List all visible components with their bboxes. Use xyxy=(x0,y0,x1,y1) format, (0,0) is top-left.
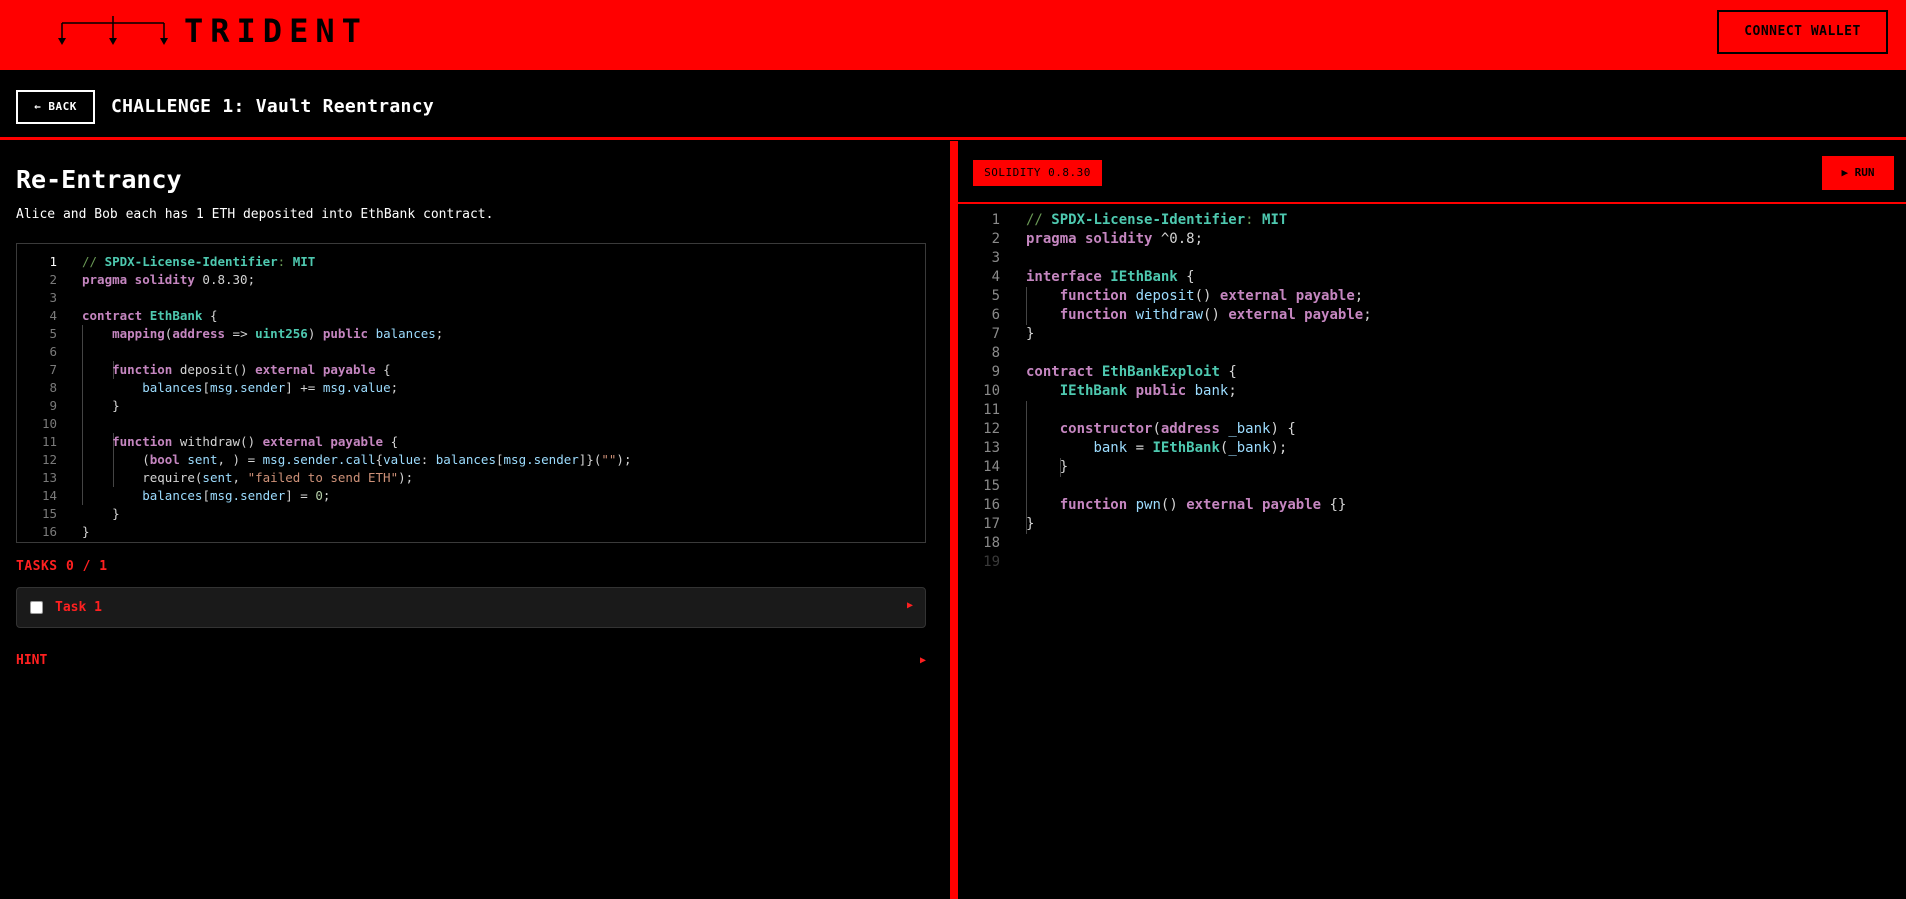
code-line[interactable]: 12 constructor(address _bank) { xyxy=(958,420,1906,439)
hint-toggle[interactable]: HINT ▶ xyxy=(16,653,926,673)
code-line[interactable]: 18 xyxy=(958,534,1906,553)
line-number: 7 xyxy=(49,362,57,377)
code-line: 14 balances[msg.sender] = 0; xyxy=(17,487,925,505)
code-line[interactable]: 16 function pwn() external payable {} xyxy=(958,496,1906,515)
code-line[interactable]: 2 pragma solidity ^0.8; xyxy=(958,230,1906,249)
brand-name: TRIDENT xyxy=(184,12,368,50)
code-line: 11 function withdraw() external payable … xyxy=(17,433,925,451)
play-triangle-icon[interactable]: ▶ xyxy=(920,655,926,666)
code-editor[interactable]: 1// SPDX-License-Identifier: MIT 2 pragma… xyxy=(958,211,1906,891)
challenge-title: CHALLENGE 1: Vault Reentrancy xyxy=(111,96,434,117)
line-number: 5 xyxy=(991,288,1000,304)
line-number: 14 xyxy=(41,488,57,503)
code-line: 10 xyxy=(17,415,925,433)
line-number: 9 xyxy=(991,364,1000,380)
line-number: 4 xyxy=(49,308,57,323)
code-line: 9 } xyxy=(17,397,925,415)
code-line[interactable]: 4 interface IEthBank { xyxy=(958,268,1906,287)
line-number: 18 xyxy=(983,535,1000,551)
target-contract-code: 1// SPDX-License-Identifier: MIT 2 pragma… xyxy=(16,243,926,543)
panel-divider[interactable] xyxy=(950,141,958,899)
challenge-description: Alice and Bob each has 1 ETH deposited i… xyxy=(16,207,494,222)
task-label: Task 1 xyxy=(55,600,102,615)
line-number: 1 xyxy=(49,254,57,269)
line-number: 3 xyxy=(991,250,1000,266)
code-line[interactable]: 14 } xyxy=(958,458,1906,477)
exploit-editor-panel: SOLIDITY 0.8.30 ▶ RUN 1// SPDX-License-I… xyxy=(958,143,1906,899)
line-number: 14 xyxy=(983,459,1000,475)
code-line: 16} xyxy=(17,523,925,541)
line-number: 15 xyxy=(983,478,1000,494)
line-number: 7 xyxy=(991,326,1000,342)
line-number: 6 xyxy=(991,307,1000,323)
line-number: 12 xyxy=(983,421,1000,437)
back-button[interactable]: ← BACK xyxy=(16,90,95,124)
line-number: 2 xyxy=(49,272,57,287)
line-number: 5 xyxy=(49,326,57,341)
code-line: 6 xyxy=(17,343,925,361)
code-line[interactable]: 7} xyxy=(958,325,1906,344)
code-line: 12 (bool sent, ) = msg.sender.call{value… xyxy=(17,451,925,469)
editor-toolbar: SOLIDITY 0.8.30 ▶ RUN xyxy=(958,143,1906,204)
line-number: 13 xyxy=(41,470,57,485)
line-number: 13 xyxy=(983,440,1000,456)
code-line[interactable]: 8 xyxy=(958,344,1906,363)
top-bar: TRIDENT CONNECT WALLET xyxy=(0,0,1906,70)
code-line[interactable]: 17} xyxy=(958,515,1906,534)
trident-logo-icon xyxy=(58,16,168,45)
code-line: 2 pragma solidity 0.8.30; xyxy=(17,271,925,289)
line-number: 16 xyxy=(41,524,57,539)
line-number: 8 xyxy=(991,345,1000,361)
code-line[interactable]: 10 IEthBank public bank; xyxy=(958,382,1906,401)
code-line: 13 require(sent, "failed to send ETH"); xyxy=(17,469,925,487)
task-checkbox[interactable] xyxy=(30,601,43,614)
compiler-version-badge: SOLIDITY 0.8.30 xyxy=(973,160,1102,186)
code-line[interactable]: 1// SPDX-License-Identifier: MIT xyxy=(958,211,1906,230)
line-number: 1 xyxy=(991,212,1000,228)
line-number: 9 xyxy=(49,398,57,413)
line-number: 2 xyxy=(991,231,1000,247)
challenge-bar: ← BACK CHALLENGE 1: Vault Reentrancy xyxy=(0,70,1906,140)
tasks-progress-label: TASKS 0 / 1 xyxy=(16,559,108,574)
code-line[interactable]: 9 contract EthBankExploit { xyxy=(958,363,1906,382)
code-line[interactable]: 6 function withdraw() external payable; xyxy=(958,306,1906,325)
line-number: 19 xyxy=(983,554,1000,570)
line-number: 10 xyxy=(983,383,1000,399)
run-button[interactable]: ▶ RUN xyxy=(1822,156,1894,190)
challenge-description-panel: Re-Entrancy Alice and Bob each has 1 ETH… xyxy=(0,143,950,899)
line-number: 8 xyxy=(49,380,57,395)
code-line: 8 balances[msg.sender] += msg.value; xyxy=(17,379,925,397)
code-line: 15 } xyxy=(17,505,925,523)
code-lines: 1// SPDX-License-Identifier: MIT 2 pragma… xyxy=(17,253,925,541)
code-line[interactable]: 5 function deposit() external payable; xyxy=(958,287,1906,306)
code-line[interactable]: 11 xyxy=(958,401,1906,420)
code-line[interactable]: 15 xyxy=(958,477,1906,496)
line-number: 3 xyxy=(49,290,57,305)
line-number: 11 xyxy=(983,402,1000,418)
code-line: 7 function deposit() external payable { xyxy=(17,361,925,379)
line-number: 15 xyxy=(41,506,57,521)
code-line: 1// SPDX-License-Identifier: MIT xyxy=(17,253,925,271)
code-line: 5 mapping(address => uint256) public bal… xyxy=(17,325,925,343)
task-item[interactable]: Task 1 ▶ xyxy=(16,587,926,628)
code-line[interactable]: 13 bank = IEthBank(_bank); xyxy=(958,439,1906,458)
code-line: 4 contract EthBank { xyxy=(17,307,925,325)
line-number: 6 xyxy=(49,344,57,359)
play-triangle-icon[interactable]: ▶ xyxy=(907,600,913,611)
code-line[interactable]: 3 xyxy=(958,249,1906,268)
line-number: 4 xyxy=(991,269,1000,285)
connect-wallet-button[interactable]: CONNECT WALLET xyxy=(1717,10,1888,54)
line-number: 11 xyxy=(41,434,57,449)
line-number: 12 xyxy=(41,452,57,467)
code-line[interactable]: 19 xyxy=(958,553,1906,572)
line-number: 10 xyxy=(41,416,57,431)
challenge-heading: Re-Entrancy xyxy=(16,165,182,194)
code-line: 3 xyxy=(17,289,925,307)
hint-label: HINT xyxy=(16,653,48,668)
line-number: 17 xyxy=(983,516,1000,532)
line-number: 16 xyxy=(983,497,1000,513)
